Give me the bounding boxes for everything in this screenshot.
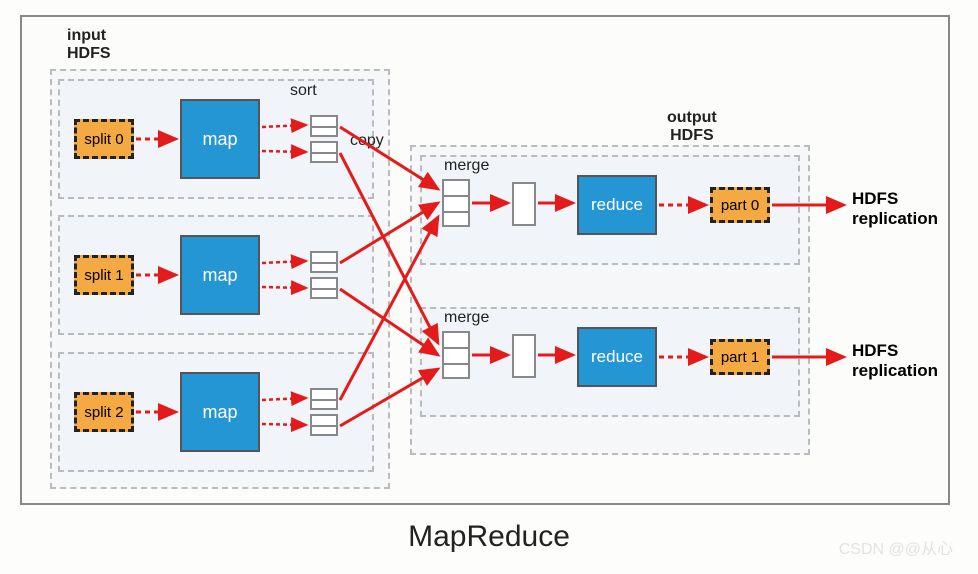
sort-label: sort: [290, 82, 317, 100]
merge-label-1: merge: [444, 309, 489, 327]
reduce-0: reduce: [577, 175, 657, 235]
sort-1b: [310, 277, 338, 299]
split-0: split 0: [74, 119, 134, 159]
sort-1a: [310, 251, 338, 273]
merge-label-0: merge: [444, 157, 489, 175]
sort-2a: [310, 388, 338, 410]
map-2: map: [180, 372, 260, 452]
sort-0a: [310, 115, 338, 137]
output-hdfs-label: output HDFS: [667, 109, 717, 144]
merge-buf-0: [512, 182, 536, 226]
map-1: map: [180, 235, 260, 315]
map-0: map: [180, 99, 260, 179]
diagram-frame: input HDFS split 0 split 1 split 2 map m…: [20, 15, 950, 505]
caption: MapReduce: [0, 520, 978, 554]
split-2: split 2: [74, 392, 134, 432]
watermark: CSDN @@从心: [839, 535, 953, 559]
merge-stack-1: [442, 331, 470, 379]
merge-buf-1: [512, 334, 536, 378]
hdfs-replication-1: HDFS replication: [852, 341, 938, 380]
reduce-1: reduce: [577, 327, 657, 387]
copy-label: copy: [350, 132, 384, 150]
merge-stack-0: [442, 179, 470, 227]
part-0: part 0: [710, 187, 770, 223]
input-hdfs-label: input HDFS: [67, 27, 111, 62]
sort-2b: [310, 414, 338, 436]
split-1: split 1: [74, 255, 134, 295]
hdfs-replication-0: HDFS replication: [852, 189, 938, 228]
sort-0b: [310, 141, 338, 163]
part-1: part 1: [710, 339, 770, 375]
